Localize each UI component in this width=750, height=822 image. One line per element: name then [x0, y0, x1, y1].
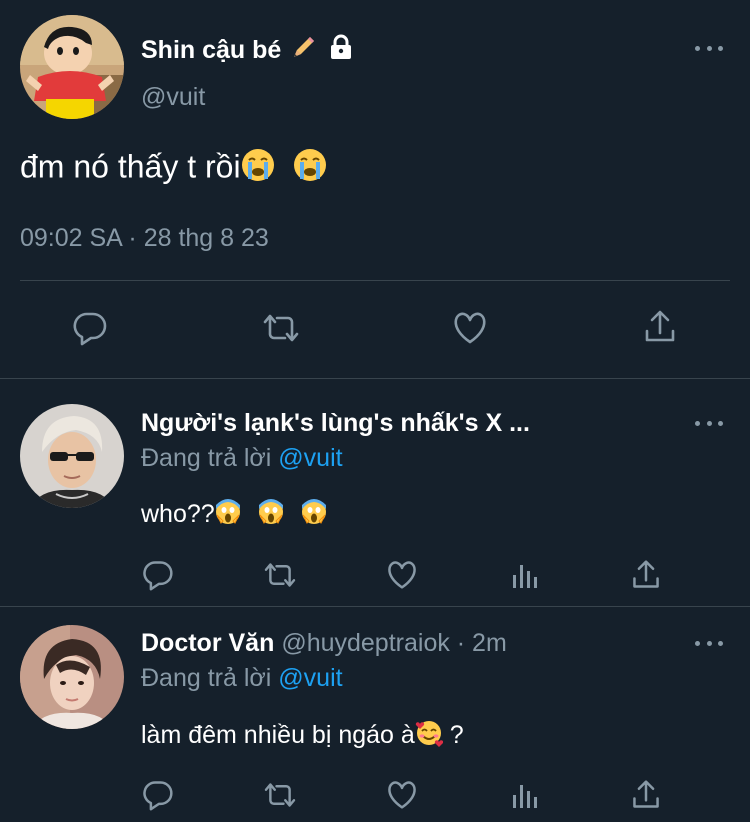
- reply-display-name[interactable]: Doctor Văn: [141, 629, 274, 657]
- more-options-icon[interactable]: [695, 638, 723, 648]
- main-tweet-date[interactable]: 28 thg 8 23: [144, 224, 269, 252]
- screaming-face-emoji-icon: [215, 499, 241, 532]
- retweet-icon[interactable]: [262, 781, 298, 809]
- pencil-icon: [291, 34, 317, 67]
- main-tweet: Shin cậu bé @vuit đm nó thấy t rồi 09:02…: [0, 0, 750, 378]
- reply-tweet[interactable]: Doctor Văn @huydeptraiok · 2m Đang trả l…: [0, 607, 750, 822]
- share-icon[interactable]: [642, 309, 678, 345]
- more-options-icon[interactable]: [695, 418, 723, 428]
- replying-to-mention[interactable]: @vuit: [278, 664, 342, 692]
- crying-face-emoji-icon: [293, 148, 327, 190]
- reply-text: who??: [141, 499, 327, 532]
- replying-to-line: Đang trả lời @vuit: [141, 444, 343, 473]
- main-tweet-display-name[interactable]: Shin cậu bé: [141, 36, 281, 65]
- share-icon[interactable]: [630, 559, 662, 591]
- analytics-icon[interactable]: [511, 561, 539, 589]
- reply-author[interactable]: Doctor Văn @huydeptraiok · 2m: [141, 629, 507, 658]
- main-tweet-text-content: đm nó thấy t rồi: [20, 148, 241, 185]
- more-options-icon[interactable]: [695, 43, 723, 53]
- main-tweet-divider: [20, 280, 730, 281]
- lock-icon: [327, 33, 355, 68]
- reply-text-content: who??: [141, 500, 215, 529]
- main-tweet-time[interactable]: 09:02 SA: [20, 224, 121, 252]
- reply-icon[interactable]: [142, 779, 174, 811]
- main-tweet-text: đm nó thấy t rồi: [20, 148, 327, 190]
- reply-tweet[interactable]: Người's lạnk's lùng's nhấk's X ... Đang …: [0, 379, 750, 606]
- reply-avatar[interactable]: [20, 625, 124, 729]
- retweet-icon[interactable]: [262, 561, 298, 589]
- screaming-face-emoji-icon: [301, 499, 327, 532]
- screaming-face-emoji-icon: [258, 499, 284, 532]
- main-tweet-author[interactable]: Shin cậu bé: [141, 33, 355, 68]
- like-icon[interactable]: [452, 311, 488, 345]
- retweet-icon[interactable]: [261, 312, 301, 344]
- reply-handle-time[interactable]: @huydeptraiok · 2m: [281, 629, 506, 657]
- replying-to-prefix: Đang trả lời: [141, 664, 279, 692]
- reply-text-suffix: ?: [442, 721, 464, 750]
- analytics-icon[interactable]: [511, 781, 539, 809]
- share-icon[interactable]: [630, 779, 662, 811]
- main-tweet-handle[interactable]: @vuit: [141, 83, 205, 112]
- crying-face-emoji-icon: [241, 148, 275, 190]
- reply-text-content: làm đêm nhiều bị ngáo à: [141, 721, 415, 750]
- replying-to-prefix: Đang trả lời: [141, 444, 279, 472]
- like-icon[interactable]: [386, 780, 418, 810]
- meta-separator: ·: [121, 224, 144, 252]
- reply-avatar[interactable]: [20, 404, 124, 508]
- main-tweet-timestamp[interactable]: 09:02 SA · 28 thg 8 23: [20, 224, 269, 253]
- main-tweet-avatar[interactable]: [20, 15, 124, 119]
- replying-to-mention[interactable]: @vuit: [278, 444, 342, 472]
- reply-text: làm đêm nhiều bị ngáo à ?: [141, 719, 464, 754]
- reply-display-name[interactable]: Người's lạnk's lùng's nhấk's X ...: [141, 409, 530, 438]
- reply-icon[interactable]: [72, 310, 108, 346]
- smiling-face-with-hearts-emoji-icon: [415, 719, 443, 754]
- replying-to-line: Đang trả lời @vuit: [141, 664, 343, 693]
- like-icon[interactable]: [386, 560, 418, 590]
- reply-icon[interactable]: [142, 559, 174, 591]
